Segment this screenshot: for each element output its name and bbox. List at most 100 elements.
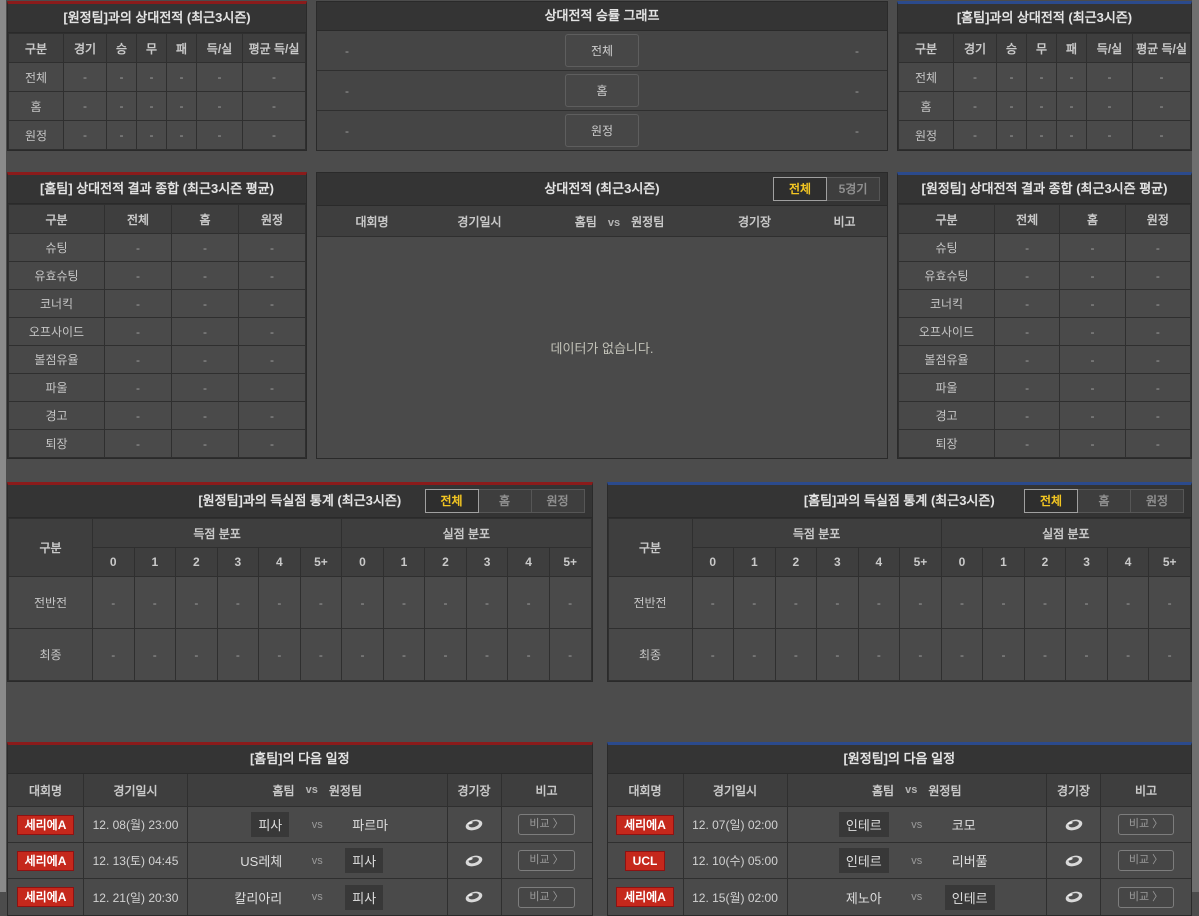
- header-cell: 전체: [104, 204, 172, 234]
- teams-cell: US레체 vs 피사: [188, 843, 448, 878]
- value-cell: -: [106, 62, 137, 92]
- value-cell: -: [299, 576, 343, 629]
- compare-button[interactable]: 비교 〉: [1117, 814, 1175, 835]
- column-vs: vs: [905, 784, 918, 796]
- value-cell: -: [1026, 62, 1057, 92]
- column-datetime: 경기일시: [84, 774, 188, 806]
- league-badge: 세리에A: [616, 887, 674, 907]
- note-cell: 비교 〉: [502, 843, 592, 878]
- stadium-icon[interactable]: [1063, 853, 1085, 869]
- value-cell: -: [92, 576, 135, 629]
- header-cell: 5+: [899, 547, 942, 577]
- value-cell: -: [1132, 120, 1191, 150]
- row-head-to-head: [원정팀]과의 상대전적 (최근3시즌) 구분 경기 승 무 패 득/실 평균 득/실 전체…: [7, 1, 1192, 151]
- graph-row-label: 원정: [565, 114, 639, 147]
- table-subheader-row: 0 1 2 3 4 5+ 0 1 2 3 4 5+: [9, 547, 592, 577]
- value-cell: -: [382, 628, 426, 681]
- header-cell-conceded: 실점 분포: [341, 518, 592, 548]
- panel-title: [원정팀]과의 상대전적 (최근3시즌): [8, 4, 306, 33]
- stadium-cell: [1047, 843, 1101, 878]
- value-cell: -: [104, 233, 172, 262]
- compare-button[interactable]: 비교 〉: [518, 850, 575, 871]
- column-home: 홈팀: [272, 783, 295, 798]
- value-cell: -: [104, 345, 172, 374]
- value-cell: -: [196, 120, 243, 150]
- row-label: 코너킥: [898, 289, 995, 318]
- note-cell: 비교 〉: [1101, 879, 1191, 915]
- away-team: 인테르: [939, 884, 1046, 910]
- value-cell: -: [857, 576, 901, 629]
- table-header-row: 구분 경기 승 무 패 득/실 평균 득/실: [898, 33, 1191, 63]
- panel-title: [홈팀]과의 득실점 통계 (최근3시즌) 전체 홈 원정: [607, 485, 1191, 518]
- stadium-icon[interactable]: [1063, 889, 1085, 905]
- graph-row-label: 전체: [565, 34, 639, 67]
- tab-home[interactable]: 홈: [477, 489, 532, 513]
- league-badge: 세리에A: [16, 887, 75, 907]
- row-goal-stats: [원정팀]과의 득실점 통계 (최근3시즌) 전체 홈 원정 구분 득점 분포 …: [7, 482, 1192, 682]
- value-cell: -: [996, 120, 1027, 150]
- value-cell: -: [816, 576, 859, 629]
- compare-button[interactable]: 비교 〉: [1117, 850, 1175, 871]
- header-cell: 2: [424, 547, 467, 577]
- home-team: 제노아: [845, 890, 882, 906]
- value-cell: -: [993, 373, 1061, 402]
- row-label: 코너킥: [8, 289, 105, 318]
- panel-away-goal-stats: [원정팀]과의 득실점 통계 (최근3시즌) 전체 홈 원정 구분 득점 분포 …: [7, 482, 593, 682]
- league-badge: 세리에A: [616, 814, 674, 835]
- vs-label: vs: [311, 818, 323, 831]
- value-cell: -: [382, 576, 426, 629]
- home-h2h-table: 구분 경기 승 무 패 득/실 평균 득/실 전체 - - - - - - 홈------ 원정 - - - -…: [898, 33, 1191, 150]
- home-goal-stats-tabs: 전체 홈 원정: [1024, 489, 1184, 513]
- tab-all[interactable]: 전체: [773, 177, 827, 201]
- value-cell: -: [996, 91, 1027, 121]
- table-row: 원정 - - - - - -: [898, 120, 1191, 150]
- compare-button[interactable]: 비교 〉: [1117, 886, 1175, 908]
- table-row: 경고 - - -: [898, 401, 1192, 430]
- header-cell: 구분: [898, 204, 995, 234]
- compare-button[interactable]: 비교 〉: [518, 886, 575, 908]
- table-group-header-row: 구분 득점 분포 실점 분포: [607, 518, 1192, 577]
- panel-title: 상대전적 승률 그래프: [317, 2, 887, 31]
- header-cell: 0: [92, 547, 135, 577]
- tab-last5[interactable]: 5경기: [826, 177, 880, 201]
- value-cell: -: [63, 91, 107, 121]
- value-cell: -: [106, 91, 137, 121]
- league-badge: 세리에A: [16, 850, 75, 871]
- header-cell: 1: [733, 547, 776, 577]
- tab-all[interactable]: 전체: [1024, 489, 1078, 513]
- tab-all[interactable]: 전체: [424, 489, 479, 513]
- datetime-cell: 12. 13(토) 04:45: [84, 843, 188, 878]
- table-row: 최종 - - - - - - - - - - - -: [607, 628, 1191, 681]
- tab-away[interactable]: 원정: [530, 489, 585, 513]
- value-cell: -: [171, 261, 239, 290]
- tab-home[interactable]: 홈: [1077, 489, 1131, 513]
- table-row: 전체 - - - - - -: [8, 62, 306, 92]
- table-header-row: 구분 전체 홈 원정: [8, 204, 306, 234]
- value-cell: -: [1059, 373, 1126, 402]
- league-cell: 세리에A: [608, 807, 684, 842]
- stadium-icon[interactable]: [463, 817, 485, 833]
- stadium-icon[interactable]: [463, 853, 485, 869]
- value-cell: -: [1059, 429, 1126, 458]
- value-cell: -: [940, 576, 984, 629]
- value-cell: -: [1132, 62, 1191, 92]
- value-cell: -: [106, 120, 137, 150]
- compare-button[interactable]: 비교 〉: [518, 814, 575, 835]
- header-cell: 2: [1023, 547, 1067, 577]
- tab-away[interactable]: 원정: [1130, 489, 1184, 513]
- value-cell: -: [238, 345, 306, 374]
- header-cell: 득/실: [1086, 33, 1133, 63]
- stadium-icon[interactable]: [463, 889, 485, 905]
- stadium-icon[interactable]: [1063, 817, 1085, 833]
- table-row: 퇴장 - - -: [8, 429, 306, 458]
- value-cell: -: [1124, 429, 1192, 458]
- value-cell: -: [1124, 317, 1192, 346]
- value-cell: -: [1124, 289, 1192, 318]
- note-cell: 비교 〉: [1101, 843, 1191, 878]
- panel-away-schedule: [원정팀]의 다음 일정 대회명 경기일시 홈팀 vs 원정팀 경기장 비고 세리에…: [606, 742, 1192, 916]
- value-cell: -: [1056, 62, 1087, 92]
- schedule-row: 세리에A 12. 07(일) 02:00 인테르 vs 코모 비교 〉: [607, 807, 1191, 843]
- schedule-row: 세리에A 12. 15(월) 02:00 제노아 vs 인테르 비교 〉: [607, 879, 1191, 915]
- league-cell: 세리에A: [8, 807, 84, 842]
- header-cell: 패: [1056, 33, 1087, 63]
